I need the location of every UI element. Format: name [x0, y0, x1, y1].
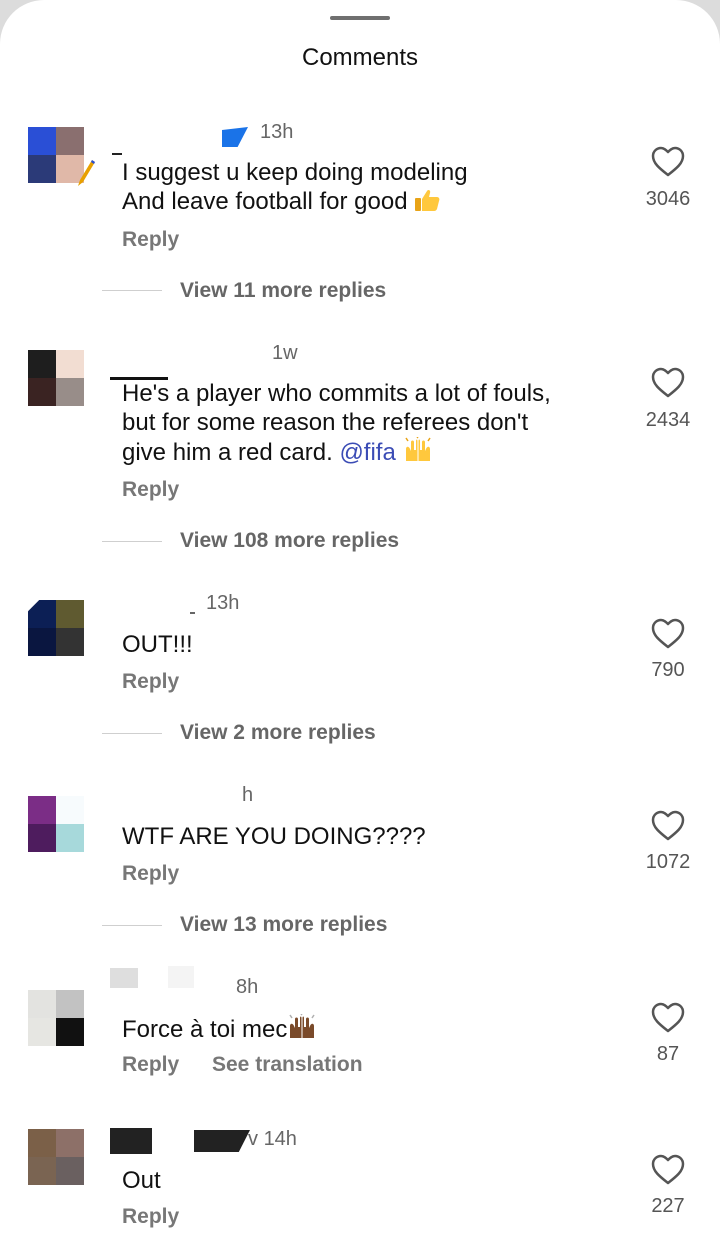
view-replies-button[interactable]: View 13 more replies — [180, 913, 387, 937]
comment-text-body: WTF ARE YOU DOING???? — [122, 823, 426, 850]
heart-icon — [651, 1002, 685, 1033]
redaction-mark — [194, 1130, 250, 1152]
comment-text: WTF ARE YOU DOING???? — [122, 822, 426, 851]
avatar-tile — [56, 1157, 84, 1185]
avatar-tile — [56, 378, 84, 406]
avatar-tile — [56, 1018, 84, 1046]
avatar[interactable] — [28, 600, 84, 656]
reply-button[interactable]: Reply — [122, 1205, 179, 1229]
avatar[interactable] — [28, 1129, 84, 1185]
comment-text: He's a player who commits a lot of fouls… — [122, 379, 551, 467]
like-count: 790 — [651, 659, 685, 681]
avatar-tile — [28, 824, 56, 852]
like-count: 3046 — [645, 188, 691, 210]
avatar-tile — [28, 1157, 56, 1185]
like-button[interactable] — [651, 1154, 685, 1186]
comment-time: h — [242, 784, 254, 806]
view-replies-button[interactable]: View 11 more replies — [180, 279, 386, 303]
like-count: 227 — [651, 1195, 685, 1217]
page-title: Comments — [301, 44, 419, 71]
avatar-tile — [28, 600, 56, 628]
comment-text: OUT!!! — [122, 630, 193, 659]
avatar[interactable] — [28, 350, 84, 406]
avatar-tile — [28, 1129, 56, 1157]
thumbs-up-icon — [415, 189, 440, 211]
like-count: 87 — [656, 1043, 680, 1065]
comment-text-body: He's a player who commits a lot of fouls… — [122, 380, 551, 466]
like-button[interactable] — [651, 367, 685, 399]
raised-hands-icon — [404, 437, 431, 461]
like-count: 2434 — [645, 409, 691, 431]
mention-link[interactable]: @fifa — [339, 439, 395, 466]
like-button[interactable] — [651, 1002, 685, 1034]
redaction-mark — [222, 127, 248, 147]
avatar-tile — [56, 628, 84, 656]
redaction-mark — [110, 968, 138, 988]
avatar-tile — [56, 127, 84, 155]
avatar-tile — [28, 378, 56, 406]
avatar-tile — [28, 1018, 56, 1046]
like-button[interactable] — [651, 146, 685, 178]
comment-text: Out — [122, 1166, 161, 1195]
comment-time: 1w — [272, 342, 298, 364]
comment-text: I suggest u keep doing modeling And leav… — [122, 158, 468, 216]
avatar-tile — [28, 990, 56, 1018]
heart-icon — [651, 146, 685, 177]
heart-icon — [651, 810, 685, 841]
heart-icon — [651, 618, 685, 649]
avatar-tile — [56, 824, 84, 852]
drag-handle[interactable] — [330, 16, 390, 20]
avatar-tile — [56, 350, 84, 378]
comment-time: 8h — [236, 976, 259, 998]
redaction-mark — [168, 966, 194, 988]
comment-time: v 14h — [248, 1128, 297, 1150]
replies-divider — [102, 733, 162, 734]
reply-button[interactable]: Reply — [122, 478, 179, 502]
comment-time-value: 14h — [263, 1128, 297, 1150]
comment-text-body: Force à toi mec — [122, 1016, 288, 1043]
avatar-tile — [28, 127, 56, 155]
raised-hands-dark-icon — [289, 1014, 316, 1038]
redaction-mark — [112, 153, 122, 155]
comment-text: Force à toi mec — [122, 1014, 317, 1044]
avatar-tile — [28, 350, 56, 378]
redaction-mark — [190, 612, 195, 614]
reply-button[interactable]: Reply — [122, 862, 179, 886]
reply-button[interactable]: Reply — [122, 1053, 179, 1077]
avatar-tile — [56, 1129, 84, 1157]
avatar[interactable] — [28, 990, 84, 1046]
avatar-tile — [56, 990, 84, 1018]
comment-text-body: OUT!!! — [122, 631, 193, 658]
heart-icon — [651, 1154, 685, 1185]
like-button[interactable] — [651, 810, 685, 842]
replies-divider — [102, 290, 162, 291]
see-translation-button[interactable]: See translation — [212, 1053, 363, 1077]
reply-button[interactable]: Reply — [122, 670, 179, 694]
replies-divider — [102, 925, 162, 926]
like-button[interactable] — [651, 618, 685, 650]
comments-sheet: Comments 13h I suggest u keep doing mode… — [0, 0, 720, 1249]
avatar-tile — [28, 155, 56, 183]
comment-time: 13h — [260, 121, 294, 143]
view-replies-button[interactable]: View 108 more replies — [180, 529, 399, 553]
like-count: 1072 — [645, 851, 691, 873]
replies-divider — [102, 541, 162, 542]
pen-icon — [78, 160, 95, 186]
redaction-mark — [110, 1128, 152, 1154]
avatar-tile — [28, 796, 56, 824]
avatar-tile — [56, 600, 84, 628]
view-replies-button[interactable]: View 2 more replies — [180, 721, 376, 745]
heart-icon — [651, 367, 685, 398]
avatar-tile — [56, 796, 84, 824]
avatar-tile — [28, 628, 56, 656]
comment-time: 13h — [206, 592, 240, 614]
avatar[interactable] — [28, 796, 84, 852]
reply-button[interactable]: Reply — [122, 228, 179, 252]
comment-text-body: Out — [122, 1167, 161, 1194]
